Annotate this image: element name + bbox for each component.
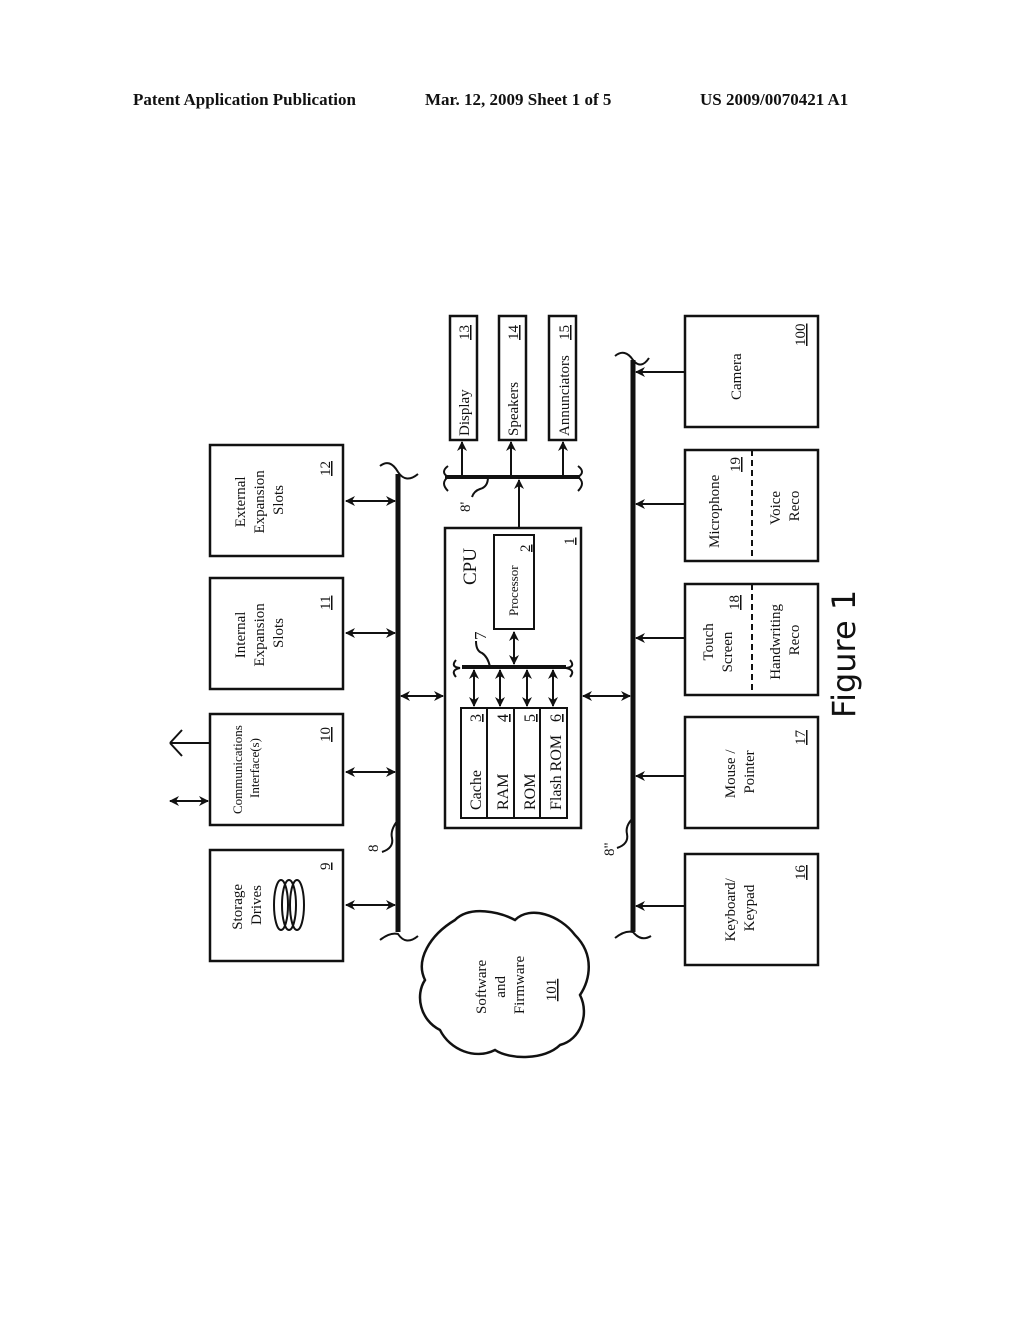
internal-slots-line3: Slots	[271, 618, 287, 648]
storage-drives-box: Storage Drives 9	[208, 848, 345, 963]
comms-line2: Interface(s)	[247, 738, 262, 798]
internal-slots-line2: Expansion	[252, 603, 268, 667]
external-expansion-slots-box: External Expansion Slots 12	[208, 443, 345, 558]
mic-number: 19	[728, 457, 744, 472]
bus-8-label: 8	[366, 845, 382, 853]
annunciators-box: Annunciators 15	[547, 314, 578, 442]
output-bus-8prime: 8'	[443, 465, 583, 513]
external-slots-line2: Expansion	[252, 470, 268, 534]
processor-box: Processor 2	[493, 534, 535, 630]
cache-label: Cache	[468, 770, 485, 810]
internal-expansion-slots-box: Internal Expansion Slots 11	[208, 576, 345, 691]
ram-number: 4	[495, 714, 512, 722]
software-line3: Firmware	[512, 956, 528, 1015]
mouse-line2: Pointer	[742, 750, 758, 793]
software-number: 101	[544, 979, 560, 1002]
microphone-box: Microphone 19 Voice Reco	[683, 448, 820, 563]
keyboard-keypad-box: Keyboard/ Keypad 16	[683, 852, 820, 967]
internal-slots-number: 11	[318, 596, 334, 610]
storage-line1: Storage	[230, 884, 246, 930]
keyboard-number: 16	[793, 865, 809, 881]
external-slots-number: 12	[318, 461, 334, 476]
cpu-box: CPU 1 Processor 2 7 Cache 3 RAM 4 ROM 5 …	[443, 526, 583, 830]
touch-line2: Screen	[720, 631, 736, 672]
rom-label: ROM	[522, 774, 539, 810]
annunciators-label: Annunciators	[557, 355, 573, 436]
internal-slots-line1: Internal	[233, 612, 249, 659]
storage-line2: Drives	[249, 885, 265, 925]
software-firmware-cloud: Software and Firmware 101	[418, 909, 590, 1059]
ram-label: RAM	[495, 774, 512, 810]
external-slots-line3: Slots	[271, 485, 287, 515]
mic-label: Microphone	[707, 474, 723, 548]
display-box: Display 13	[448, 314, 479, 442]
mouse-pointer-box: Mouse / Pointer 17	[683, 715, 820, 830]
camera-number: 100	[793, 324, 809, 347]
speakers-box: Speakers 14	[497, 314, 528, 442]
software-line2: and	[493, 976, 509, 998]
voice-reco-line2: Reco	[787, 491, 803, 522]
camera-label: Camera	[729, 353, 745, 400]
figure-label: Figure 1	[825, 590, 863, 718]
antenna-icon	[169, 729, 210, 757]
mouse-line1: Mouse /	[723, 749, 739, 799]
external-slots-line1: External	[233, 476, 249, 527]
main-bus-8: 8	[366, 462, 419, 942]
bus-8prime-label: 8'	[458, 502, 474, 513]
handwriting-reco-line2: Reco	[787, 625, 803, 656]
mouse-number: 17	[793, 730, 809, 746]
rom-number: 5	[522, 714, 539, 722]
annunciators-number: 15	[557, 325, 573, 340]
keyboard-line1: Keyboard/	[723, 877, 739, 941]
comms-number: 10	[318, 727, 334, 742]
touch-number: 18	[727, 595, 743, 610]
cache-number: 3	[468, 714, 485, 722]
cpu-label: CPU	[460, 548, 481, 585]
touch-line1: Touch	[701, 623, 717, 661]
storage-number: 9	[318, 863, 334, 871]
touch-screen-box: Touch Screen 18 Handwriting Reco	[683, 582, 820, 697]
flash-rom-label: Flash ROM	[548, 735, 565, 810]
software-line1: Software	[474, 959, 490, 1013]
comms-line1: Communications	[230, 725, 245, 814]
processor-label: Processor	[506, 565, 521, 616]
bus-7-label: 7	[471, 631, 490, 640]
camera-box: Camera 100	[683, 314, 820, 429]
cpu-number: 1	[562, 538, 578, 546]
display-number: 13	[457, 325, 473, 340]
speakers-number: 14	[506, 325, 522, 341]
handwriting-reco-line1: Handwriting	[768, 603, 784, 679]
keyboard-line2: Keypad	[742, 884, 758, 931]
communications-interface-box: Communications Interface(s) 10	[208, 712, 345, 827]
processor-number: 2	[518, 545, 534, 553]
bus-8doubleprime-label: 8"	[602, 842, 618, 856]
speakers-label: Speakers	[506, 382, 522, 436]
voice-reco-line1: Voice	[768, 491, 784, 525]
display-label: Display	[457, 389, 473, 436]
figure-1-diagram: 8 External Expansion Slots 12 Internal E…	[169, 314, 863, 1059]
input-bus-8doubleprime: 8"	[602, 351, 652, 940]
flash-rom-number: 6	[548, 714, 565, 722]
memory-stack: Cache 3 RAM 4 ROM 5 Flash ROM 6	[460, 707, 568, 819]
